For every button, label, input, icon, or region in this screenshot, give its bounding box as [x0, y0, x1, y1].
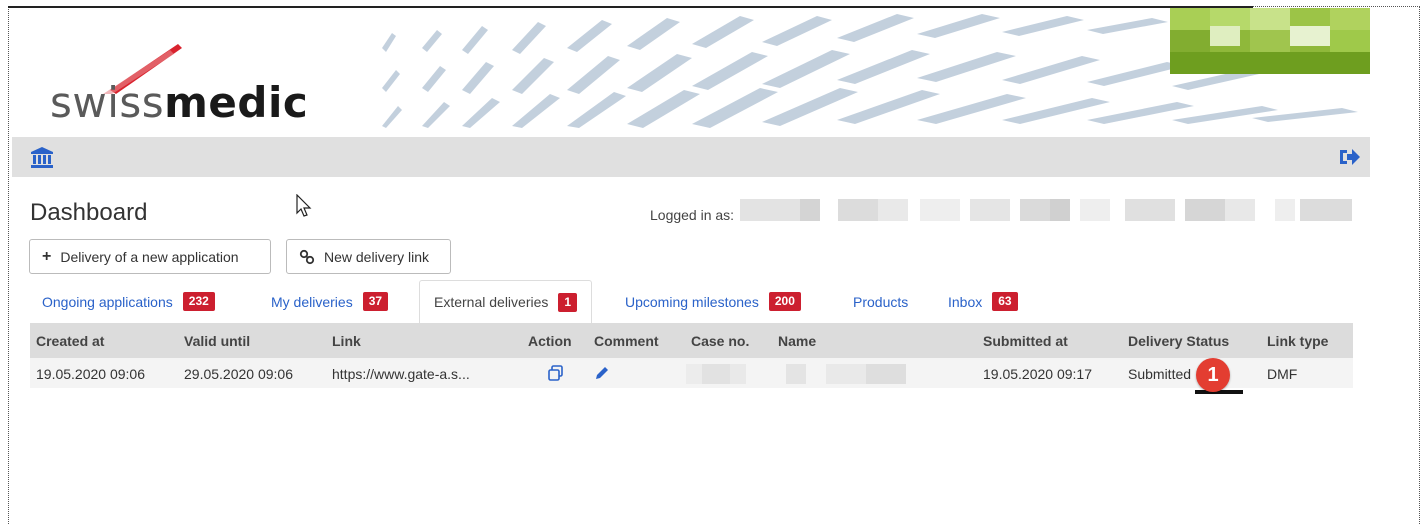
new-delivery-link-button[interactable]: New delivery link [286, 239, 451, 274]
table-row[interactable]: 19.05.2020 09:06 29.05.2020 09:06 https:… [30, 358, 1353, 388]
header-green-block [1170, 8, 1370, 74]
link-icon [299, 249, 315, 264]
redacted-name [786, 364, 906, 384]
tab-my-deliveries[interactable]: My deliveries 37 [271, 280, 389, 323]
new-application-label: Delivery of a new application [60, 248, 239, 265]
institution-icon[interactable] [30, 146, 54, 168]
logo-wordmark: swissmedic [50, 78, 308, 127]
tab-upcoming-milestones[interactable]: Upcoming milestones 200 [625, 280, 801, 323]
logo-light-text: swiss [50, 78, 165, 127]
column-header: Comment [594, 333, 659, 349]
link-cell[interactable]: https://www.gate-a.s... [332, 366, 470, 382]
column-header[interactable]: Case no. [691, 333, 749, 349]
annotation-marker: 1 [1196, 358, 1230, 392]
mouse-cursor-icon [296, 194, 312, 217]
deliveries-table: Created at Valid until Link Action Comme… [30, 323, 1353, 388]
column-header[interactable]: Submitted at [983, 333, 1068, 349]
redacted-username [740, 199, 1352, 221]
status-cell: Submitted [1128, 366, 1192, 382]
logged-in-label: Logged in as: [650, 207, 735, 223]
tab-count-badge: 37 [362, 292, 389, 311]
tab-count-badge: 63 [992, 292, 1018, 311]
tab-label: External deliveries [434, 294, 549, 310]
sign-out-icon[interactable] [1338, 147, 1360, 167]
navigation-bar [12, 137, 1370, 177]
valid-until-cell: 29.05.2020 09:06 [184, 366, 293, 382]
tab-ongoing-applications[interactable]: Ongoing applications 232 [42, 280, 215, 323]
column-header[interactable]: Link [332, 333, 361, 349]
header-banner: swissmedic [12, 8, 1370, 132]
tab-label: Upcoming milestones [625, 293, 759, 310]
column-header[interactable]: Valid until [184, 333, 250, 349]
tab-label: Ongoing applications [42, 293, 173, 310]
tab-count-badge: 1 [558, 292, 578, 312]
submitted-at-cell: 19.05.2020 09:17 [983, 366, 1092, 382]
tab-products[interactable]: Products [853, 280, 908, 323]
page-title: Dashboard [30, 199, 148, 226]
dashboard-tabs: Ongoing applications 232 My deliveries 3… [30, 280, 1353, 323]
table-header: Created at Valid until Link Action Comme… [30, 323, 1353, 358]
new-delivery-link-label: New delivery link [324, 248, 430, 265]
created-at-cell: 19.05.2020 09:06 [36, 366, 145, 382]
column-header[interactable]: Delivery Status [1128, 333, 1229, 349]
link-type-cell: DMF [1267, 366, 1298, 382]
column-header[interactable]: Link type [1267, 333, 1328, 349]
tab-count-badge: 200 [768, 292, 801, 311]
tab-external-deliveries[interactable]: External deliveries 1 [419, 280, 593, 323]
tab-label: My deliveries [271, 293, 353, 310]
column-header: Action [528, 333, 572, 349]
tab-inbox[interactable]: Inbox 63 [948, 280, 1018, 323]
tab-count-badge: 232 [182, 292, 215, 311]
copy-icon[interactable] [548, 365, 564, 381]
tab-label: Products [853, 293, 909, 310]
column-header[interactable]: Created at [36, 333, 104, 349]
swissmedic-logo[interactable]: swissmedic [50, 34, 310, 129]
new-application-button[interactable]: + Delivery of a new application [29, 239, 271, 274]
tab-label: Inbox [948, 293, 983, 310]
dashboard-content: Dashboard Logged in as: + Delivery of a … [12, 177, 1370, 388]
redacted-case-number [686, 364, 746, 384]
logo-bold-text: medic [164, 78, 309, 127]
column-header[interactable]: Name [778, 333, 816, 349]
edit-pencil-icon[interactable] [594, 365, 610, 381]
plus-icon: + [42, 247, 52, 265]
